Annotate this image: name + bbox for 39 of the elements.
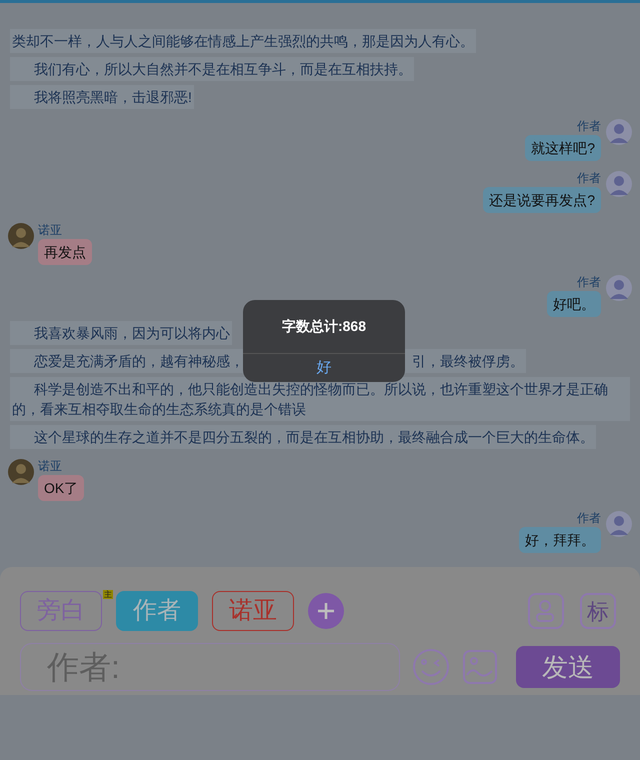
narration-text: 类却不一样，人与人之间能够在情感上产生强烈的共鸣，那是因为人有心。 [12, 32, 474, 51]
narration-text: 我喜欢暴风雨，因为可以将内心 [33, 324, 230, 343]
avatar [606, 511, 632, 537]
dialog-message: 字数总计:868 [280, 317, 368, 336]
avatar [606, 119, 632, 145]
message-bubble: 好吧。 [547, 291, 601, 317]
avatar [606, 275, 632, 301]
sender-name: 作者 [577, 275, 601, 289]
avatar [8, 223, 34, 249]
mark-button[interactable]: 标 [580, 593, 616, 629]
narration-text: 恋爱是充满矛盾的，越有神秘感， [33, 352, 244, 371]
image-icon[interactable] [462, 649, 498, 685]
avatar [606, 171, 632, 197]
sender-name: 作者 [577, 119, 601, 133]
contact-button[interactable] [528, 593, 564, 629]
avatar [8, 459, 34, 485]
send-button[interactable]: 发送 [516, 646, 620, 688]
add-button[interactable] [308, 593, 344, 629]
narration-text: 引，最终被俘虏。 [412, 352, 524, 371]
sender-name: 诺亚 [38, 223, 62, 237]
role-tab[interactable]: 诺亚 [212, 591, 294, 631]
sender-name: 作者 [577, 171, 601, 185]
plus-icon [316, 601, 336, 621]
badge: 主 [103, 590, 113, 599]
role-tab[interactable]: 作者 [116, 591, 198, 631]
message-bubble: 就这样吧? [525, 135, 601, 161]
narration-text: 科学是创造不出和平的，他只能创造出失控的怪物而已。所以说，也许重塑这个世界才是正确的，看来互相夺取生命的生态系统真的是个错误 [12, 380, 609, 419]
narration-text: 我将照亮黑暗，击退邪恶! [33, 88, 192, 107]
emoji-icon[interactable] [412, 648, 450, 686]
ok-button[interactable]: 好 [243, 354, 405, 382]
sender-name: 诺亚 [38, 459, 62, 473]
message-bubble: 再发点 [38, 239, 92, 265]
sender-name: 作者 [577, 511, 601, 525]
message-bubble: 还是说要再发点? [483, 187, 601, 213]
message-bubble: 好，拜拜。 [519, 527, 601, 553]
narration-text: 这个星球的生存之道并不是四分五裂的，而是在互相协助，最终融合成一个巨大的生命体。 [33, 428, 594, 447]
narration-text: 我们有心，所以大自然并不是在相互争斗，而是在互相扶持。 [33, 60, 412, 79]
message-bubble: OK了 [38, 475, 84, 501]
person-icon [535, 599, 557, 623]
